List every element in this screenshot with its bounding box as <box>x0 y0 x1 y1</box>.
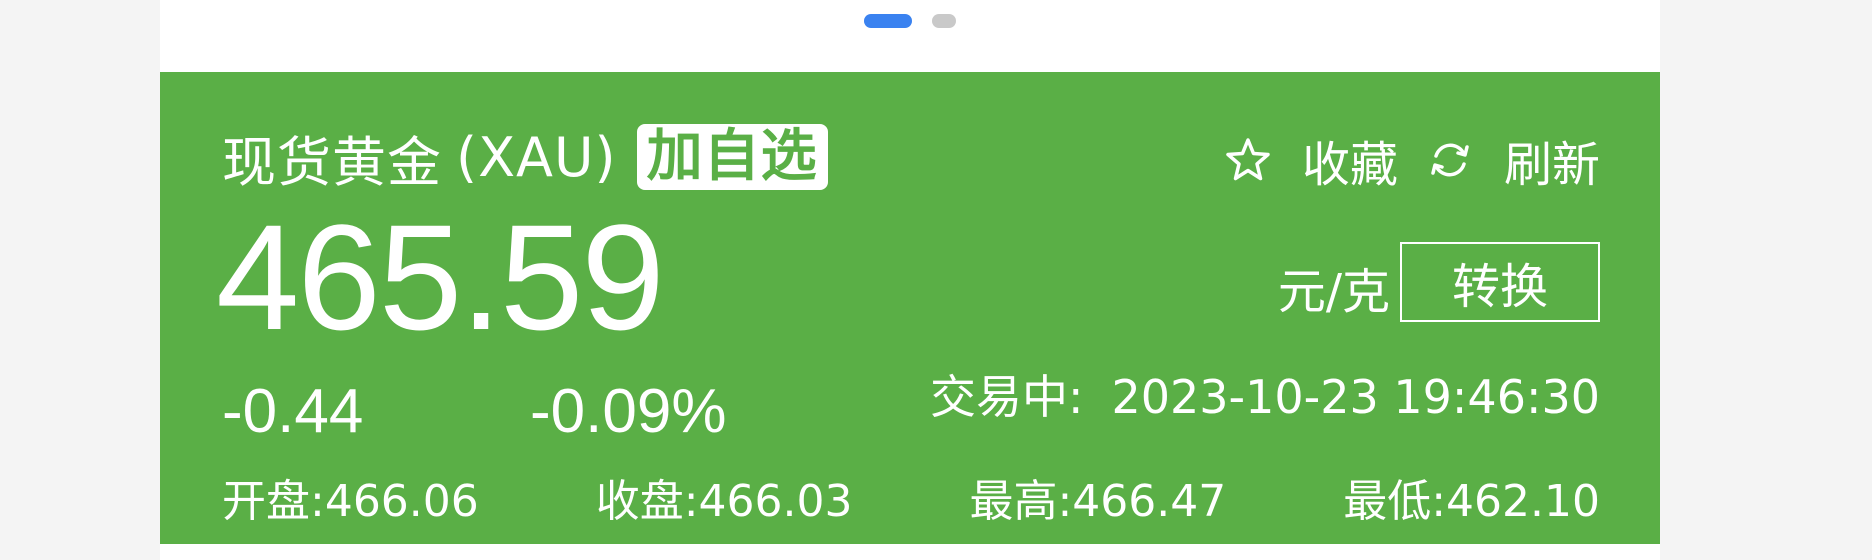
quote-actions: 收藏 刷新 <box>1224 130 1600 193</box>
favorite-button[interactable]: 收藏 <box>1224 125 1398 195</box>
price-change: -0.44 <box>222 377 364 446</box>
instrument-name: 现货黄金 <box>222 130 442 194</box>
convert-button[interactable]: 转换 <box>1400 242 1600 322</box>
quote-stats: 开盘:466.06 收盘:466.03 最高:466.47 最低:462.10 <box>222 472 1600 532</box>
carousel-pager <box>160 14 1660 30</box>
star-outline-icon <box>1226 138 1270 181</box>
quote-card: 现货黄金 (XAU) 加自选 收藏 刷新 465.59 元/克 转换 -0.44… <box>160 0 1660 560</box>
trading-status: 交易中: 2023-10-23 19:46:30 <box>930 367 1600 427</box>
refresh-label: 刷新 <box>1503 137 1600 193</box>
add-watchlist-button[interactable]: 加自选 <box>636 124 828 190</box>
pager-dot[interactable] <box>932 14 956 28</box>
favorite-label: 收藏 <box>1301 137 1398 193</box>
pager-dot-active[interactable] <box>864 14 912 28</box>
price-unit: 元/克 <box>1277 264 1390 320</box>
current-price: 465.59 <box>216 193 665 361</box>
stat-high: 最高:466.47 <box>969 476 1227 527</box>
refresh-button[interactable]: 刷新 <box>1426 125 1600 195</box>
stat-close: 收盘:466.03 <box>595 476 853 527</box>
quote-timestamp: 2023-10-23 19:46:30 <box>1111 370 1600 424</box>
screen: 现货黄金 (XAU) 加自选 收藏 刷新 465.59 元/克 转换 -0.44… <box>0 0 1872 560</box>
stat-open: 开盘:466.06 <box>222 476 479 527</box>
trading-status-label: 交易中: <box>929 370 1084 424</box>
instrument-title: 现货黄金 (XAU) 加自选 <box>222 124 828 194</box>
refresh-icon <box>1431 143 1469 177</box>
instrument-code: (XAU) <box>456 125 617 189</box>
quote-panel: 现货黄金 (XAU) 加自选 收藏 刷新 465.59 元/克 转换 -0.44… <box>160 72 1660 544</box>
stat-low: 最低:462.10 <box>1343 476 1600 527</box>
price-change-percent: -0.09% <box>530 377 727 446</box>
